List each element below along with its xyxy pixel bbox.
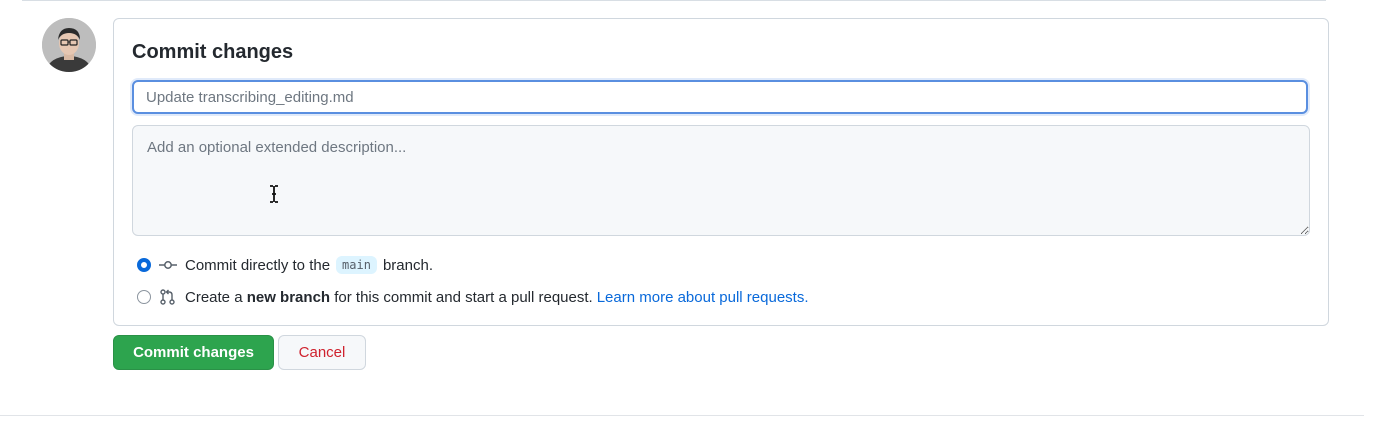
avatar[interactable] <box>42 18 96 72</box>
radio-new-branch[interactable] <box>137 290 151 304</box>
commit-changes-panel: Commit changes Commit directly to the ma… <box>113 18 1329 326</box>
option-new-branch[interactable]: Create a new branch for this commit and … <box>137 287 809 307</box>
git-commit-icon <box>159 257 177 273</box>
option-direct-prefix: Commit directly to the <box>185 256 331 274</box>
learn-more-pull-requests-link[interactable]: Learn more about pull requests. <box>597 289 809 306</box>
option-new-branch-bold: new branch <box>246 288 331 306</box>
commit-title: Commit changes <box>132 41 294 63</box>
cancel-button[interactable]: Cancel <box>278 335 366 370</box>
bottom-divider <box>0 415 1364 416</box>
avatar-image <box>42 18 96 72</box>
option-commit-direct[interactable]: Commit directly to the main branch. <box>137 255 433 275</box>
radio-commit-direct[interactable] <box>137 258 151 272</box>
option-direct-suffix: branch. <box>382 256 433 274</box>
git-pull-request-icon <box>159 289 177 305</box>
i-beam-cursor-icon <box>270 185 278 203</box>
branch-name-chip: main <box>336 256 377 274</box>
commit-description-textarea[interactable] <box>132 125 1310 236</box>
commit-summary-input[interactable] <box>132 80 1308 114</box>
option-new-branch-prefix: Create a <box>185 288 243 306</box>
top-divider <box>22 0 1326 1</box>
commit-changes-button[interactable]: Commit changes <box>113 335 274 370</box>
option-new-branch-middle: for this commit and start a pull request… <box>334 288 593 306</box>
